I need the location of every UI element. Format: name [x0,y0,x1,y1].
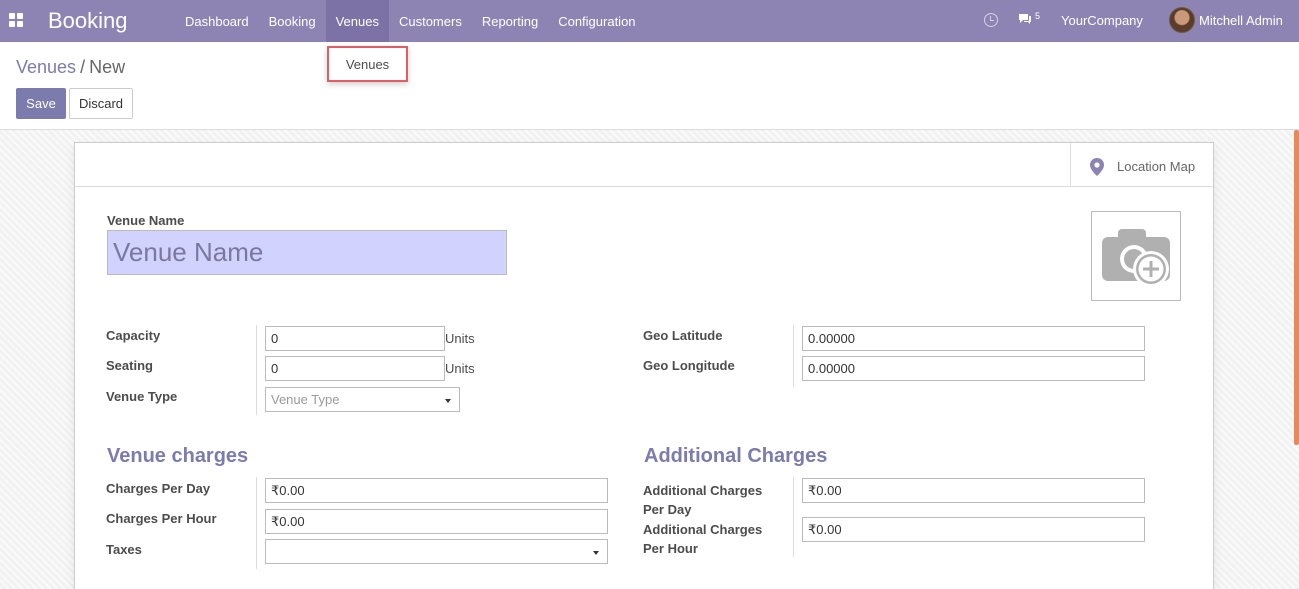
user-menu[interactable]: Mitchell Admin [1199,13,1283,28]
menu-reporting[interactable]: Reporting [472,0,548,42]
breadcrumb: Venues / New [16,57,125,78]
chat-icon[interactable] [1018,13,1032,25]
location-map-label: Location Map [1117,159,1196,174]
discard-button[interactable]: Discard [69,88,133,119]
charges-per-day-input[interactable]: ₹0.00 [265,478,608,503]
dropdown-item-venues[interactable]: Venues [346,57,389,72]
charges-per-hour-input[interactable]: ₹0.00 [265,509,608,534]
additional-charges-title: Additional Charges [644,445,828,467]
label-line: Additional Charges [643,522,763,537]
capacity-unit: Units [445,331,475,346]
venue-image-upload[interactable] [1091,211,1181,301]
charges-per-hour-label: Charges Per Hour [106,511,217,526]
seating-unit: Units [445,361,475,376]
venues-dropdown-menu: Venues [327,46,408,82]
top-navbar: Booking Dashboard Booking Venues Custome… [0,0,1299,42]
label-line: Additional Charges [643,483,763,498]
menu-customers[interactable]: Customers [389,0,472,42]
app-title: Booking [48,8,128,33]
form-sheet: Location Map Venue Name Capacity Seating… [74,142,1214,589]
additional-charges-per-hour-label: Additional Charges Per Hour [643,520,762,558]
geo-longitude-input[interactable]: 0.00000 [802,356,1145,381]
venue-name-label: Venue Name [107,213,185,228]
taxes-label: Taxes [106,542,142,557]
seating-label: Seating [106,358,153,373]
capacity-input[interactable]: 0 [265,326,445,351]
geo-longitude-label: Geo Longitude [643,358,735,373]
menu-booking[interactable]: Booking [259,0,326,42]
field-divider [793,325,794,387]
menu-venues[interactable]: Venues [325,0,389,42]
venue-type-select[interactable]: Venue Type [265,387,460,412]
menu-dashboard[interactable]: Dashboard [175,0,259,42]
location-map-button[interactable]: Location Map [1070,143,1213,187]
chat-count-badge: 5 [1035,11,1041,21]
breadcrumb-separator: / [80,57,86,77]
field-divider [256,325,257,415]
save-button[interactable]: Save [16,88,66,119]
taxes-select[interactable] [265,539,608,564]
user-avatar[interactable] [1169,7,1195,33]
scrollbar[interactable] [1294,130,1299,445]
venue-type-label: Venue Type [106,389,178,404]
chevron-down-icon [445,399,451,403]
breadcrumb-parent[interactable]: Venues [16,57,76,77]
geo-latitude-input[interactable]: 0.00000 [802,326,1145,351]
main-menu: Dashboard Booking Venues Customers Repor… [175,0,646,42]
chevron-down-icon [593,551,599,555]
map-marker-icon [1090,158,1104,176]
charges-per-day-label: Charges Per Day [106,481,211,496]
additional-charges-per-day-label: Additional Charges Per Day [643,481,762,519]
breadcrumb-current: New [89,57,126,77]
smart-button-box: Location Map [75,143,1213,187]
venue-name-input[interactable] [107,230,507,275]
company-switcher[interactable]: YourCompany [1061,13,1143,28]
geo-latitude-label: Geo Latitude [643,328,723,343]
camera-add-icon [1102,229,1170,287]
menu-configuration[interactable]: Configuration [548,0,645,42]
label-line: Per Hour [643,541,698,556]
additional-charges-per-day-input[interactable]: ₹0.00 [802,478,1145,503]
activity-clock-icon[interactable] [984,13,998,27]
capacity-label: Capacity [106,328,161,343]
apps-menu-icon[interactable] [9,13,23,27]
field-divider [256,477,257,569]
venue-charges-title: Venue charges [107,445,249,467]
label-line: Per Day [643,502,692,517]
seating-input[interactable]: 0 [265,356,445,381]
additional-charges-per-hour-input[interactable]: ₹0.00 [802,517,1145,542]
venue-type-placeholder: Venue Type [271,392,340,407]
field-divider [793,477,794,557]
